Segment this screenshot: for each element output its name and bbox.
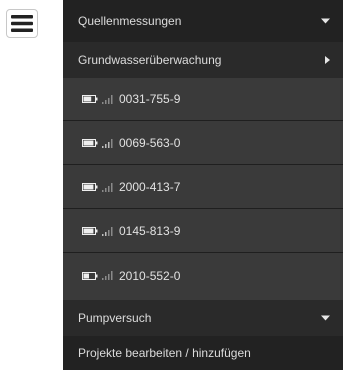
menu-item-grundwasserueberwachung[interactable]: Grundwasserüberwachung — [63, 42, 343, 78]
caret-down-icon — [321, 18, 330, 24]
menu-item-label: Projekte bearbeiten / hinzufügen — [78, 346, 251, 360]
station-id: 2010-552-0 — [119, 268, 181, 283]
station-item[interactable]: 2010-552-0 — [63, 254, 343, 297]
battery-icon — [82, 139, 98, 147]
menu-item-label: Pumpversuch — [78, 311, 152, 325]
signal-icon — [102, 271, 113, 280]
station-id: 0145-813-9 — [119, 224, 181, 238]
station-item[interactable]: 0069-563-0 — [63, 122, 343, 165]
menu-item-quellenmessungen[interactable]: Quellenmessungen — [63, 0, 343, 42]
menu-item-label: Grundwasserüberwachung — [78, 53, 222, 67]
station-item[interactable]: 2000-413-7 — [63, 166, 343, 209]
battery-icon — [82, 183, 98, 191]
signal-icon — [102, 182, 113, 192]
caret-right-icon — [325, 56, 330, 64]
menu-item-pumpversuch[interactable]: Pumpversuch — [63, 300, 343, 336]
station-item[interactable]: 0031-755-9 — [63, 78, 343, 121]
menu-item-label: Quellenmessungen — [78, 14, 182, 28]
battery-icon — [82, 227, 98, 235]
station-id: 0069-563-0 — [119, 136, 181, 150]
signal-icon — [102, 94, 113, 104]
station-id: 0031-755-9 — [119, 92, 181, 106]
station-id: 2000-413-7 — [119, 180, 181, 194]
signal-icon — [102, 226, 113, 236]
menu-toggle-button[interactable] — [6, 9, 38, 38]
caret-down-icon — [321, 315, 330, 321]
navigation-menu: Quellenmessungen Grundwasserüberwachung … — [63, 0, 343, 370]
hamburger-icon — [11, 15, 33, 32]
battery-icon — [82, 95, 98, 103]
grundwasser-submenu: 0031-755-9 0069-563-0 2000-413-7 0145-81… — [63, 78, 343, 300]
signal-icon — [102, 138, 113, 148]
battery-icon — [82, 271, 98, 280]
menu-item-projekte-bearbeiten[interactable]: Projekte bearbeiten / hinzufügen — [63, 336, 343, 370]
station-item[interactable]: 0145-813-9 — [63, 210, 343, 253]
